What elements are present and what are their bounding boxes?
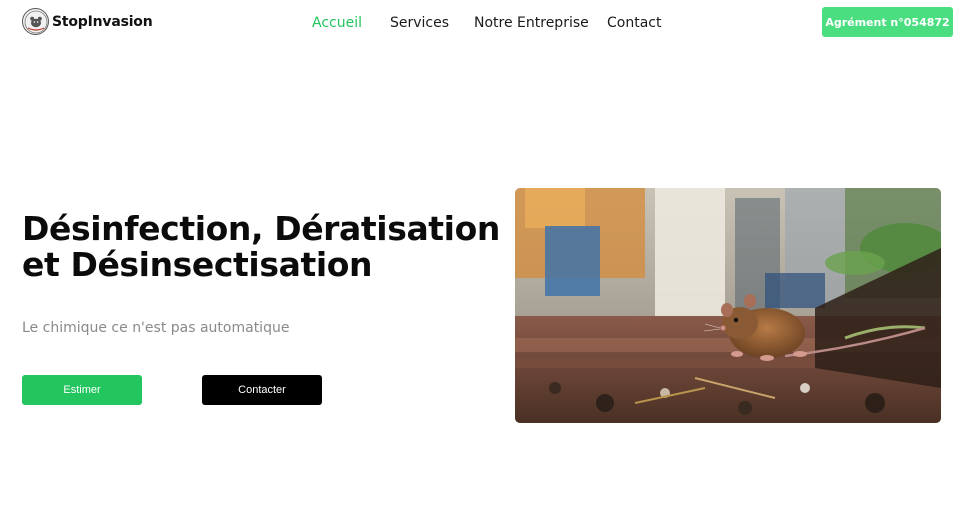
nav-link-services[interactable]: Services	[390, 15, 449, 31]
site-header: StopInvasion Accueil Services Notre Entr…	[0, 0, 964, 46]
estimate-button[interactable]: Estimer	[22, 375, 142, 405]
nav-link-accueil[interactable]: Accueil	[312, 15, 362, 31]
hero-title-line-1: Désinfection, Dératisation	[22, 209, 500, 248]
nav-link-notre-entreprise[interactable]: Notre Entreprise	[474, 15, 589, 31]
main-nav: Accueil Services Notre Entreprise Contac…	[0, 15, 964, 33]
nav-link-contact[interactable]: Contact	[607, 15, 661, 31]
contact-button[interactable]: Contacter	[202, 375, 322, 405]
hero-subtitle: Le chimique ce n'est pas automatique	[22, 320, 290, 336]
rat-on-ground-photo	[515, 188, 941, 423]
agrement-badge-button[interactable]: Agrément n°054872	[822, 7, 953, 37]
hero-title: Désinfection, Dératisation et Désinsecti…	[22, 209, 500, 284]
hero-title-line-2: et Désinsectisation	[22, 245, 373, 284]
